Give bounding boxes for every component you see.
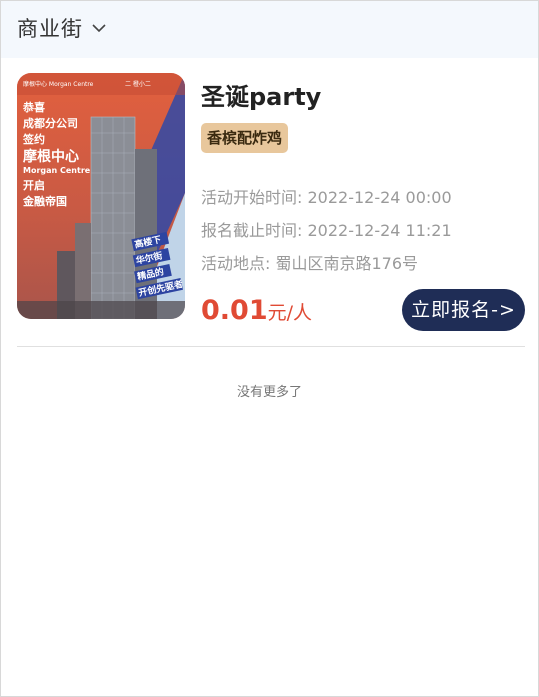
top-bar: 商业街 — [1, 1, 538, 58]
poster-text-6: 开启 — [23, 178, 45, 192]
poster-text-3: 签约 — [22, 132, 45, 146]
poster-brand-right: 二 橙小二 — [125, 80, 151, 88]
deadline-label: 报名截止时间: — [201, 221, 308, 240]
poster-text-1: 恭喜 — [22, 100, 45, 114]
event-card[interactable]: 摩根中心 Morgan Centre 二 橙小二 恭喜 成都分公司 签约 摩根中… — [17, 73, 525, 343]
event-tag: 香槟配炸鸡 — [201, 123, 289, 153]
poster-brand-left: 摩根中心 Morgan Centre — [23, 80, 94, 88]
location-selector[interactable]: 商业街 — [17, 13, 107, 43]
start-time-value: 2022-12-24 00:00 — [307, 188, 452, 207]
chevron-down-icon — [92, 24, 106, 33]
event-signup-deadline: 报名截止时间: 2022-12-24 11:21 — [201, 217, 452, 241]
location-value: 蜀山区南京路176号 — [275, 254, 419, 273]
event-price: 0.01元/人 — [201, 295, 312, 326]
price-value: 0.01 — [201, 295, 268, 326]
event-poster-image: 摩根中心 Morgan Centre 二 橙小二 恭喜 成都分公司 签约 摩根中… — [17, 73, 185, 319]
location-label: 商业街 — [17, 17, 83, 41]
event-location: 活动地点: 蜀山区南京路176号 — [201, 250, 418, 274]
poster-text-4: 摩根中心 — [23, 148, 79, 165]
event-title: 圣诞party — [201, 83, 322, 111]
deadline-value: 2022-12-24 11:21 — [307, 221, 452, 240]
poster-text-7: 金融帝国 — [22, 194, 67, 208]
poster-text-5: Morgan Centre — [23, 166, 91, 175]
location-label-info: 活动地点: — [201, 254, 276, 273]
divider — [17, 346, 525, 347]
start-time-label: 活动开始时间: — [201, 188, 308, 207]
price-unit: 元/人 — [267, 302, 313, 324]
poster-text-2: 成都分公司 — [23, 116, 78, 130]
no-more-text: 没有更多了 — [236, 385, 302, 400]
signup-button[interactable]: 立即报名-> — [402, 289, 525, 331]
event-start-time: 活动开始时间: 2022-12-24 00:00 — [201, 184, 452, 208]
